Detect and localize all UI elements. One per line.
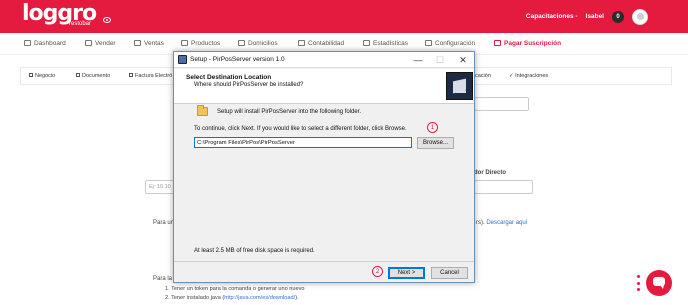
nav-domicilios[interactable]: Domicilios [238,40,278,47]
avatar[interactable] [632,8,648,25]
nav-configuracion[interactable]: Configuración [425,40,475,47]
dot [637,288,640,291]
para-un-text: Para un [153,220,175,226]
tab-label: Documento [82,73,111,79]
tab-documento[interactable]: Documento [76,73,110,79]
nav-label: Ventas [144,40,164,47]
bike-icon [238,40,245,46]
top-right-menu: Capacitaciones - Isabel 0 [526,0,688,33]
installer-logo [446,72,473,100]
nav-label: Domicilios [248,40,278,47]
lector-label: dor Directo [474,170,507,176]
box-icon [181,40,188,46]
install-intro-text: Setup will install PirPosServer into the… [217,109,362,115]
browse-button[interactable]: Browse... [417,137,454,149]
tab-impresion[interactable]: cación [475,73,491,79]
dot [637,281,640,285]
minimize-button[interactable]: — [410,54,426,66]
disk-space-text: At least 2.5 MB of free disk space is re… [194,248,315,254]
chart-icon [363,40,370,46]
card-icon [494,40,501,46]
descargar-link[interactable]: Descargar aqui [486,220,527,226]
dialog-titlebar[interactable]: Setup - PirPosServer version 1.0 — ☐ ✕ [174,52,474,68]
tab-factura-electronica[interactable]: Factura Electró [129,73,172,79]
download-text: rs). Descargar aqui [476,220,527,226]
top-bar: loggro restobar Capacitaciones - Isabel … [0,0,688,33]
nav-label: Configuración [435,40,476,47]
step2-suffix: ). [295,294,299,301]
cancel-button[interactable]: Cancel [431,267,468,279]
wizard-heading: Select Destination Location [186,74,272,81]
dialog-separator [174,261,474,262]
instructions-list: 1. Tener un token para la comanda o gene… [165,285,305,302]
logo-subtitle: restobar [69,21,92,27]
nav-label: Pagar Suscripción [504,40,562,47]
instruction-step-2: 2. Tener instalado java (http://java.com… [165,294,305,303]
invoice-icon [129,73,133,77]
tab-label: cación [475,73,491,79]
nav-label: Contabilidad [308,40,345,47]
folder-icon [197,105,208,116]
annotation-marker-2: 2 [372,266,383,277]
annotation-marker-1: 1 [427,122,438,133]
pagar-suscripcion-button[interactable]: Pagar Suscripción [494,40,561,47]
eye-icon[interactable] [103,17,111,23]
dashboard-icon [24,40,31,46]
dots-menu-icon[interactable] [637,275,640,291]
tab-label: Integraciones [515,73,549,79]
setup-dialog: Setup - PirPosServer version 1.0 — ☐ ✕ S… [173,51,475,283]
nav-dashboard[interactable]: Dashboard [24,40,66,47]
gear-icon [425,40,432,46]
tab-integraciones[interactable]: ✓ Integraciones [509,73,548,79]
nav-vender[interactable]: Vender [85,40,116,47]
document-icon [76,73,80,77]
building-icon [29,73,33,77]
installer-app-icon [178,55,187,64]
maximize-button: ☐ [435,55,445,65]
cart-icon [85,40,92,46]
instruction-text: To continue, click Next. If you would li… [194,126,407,132]
background-input[interactable]: Ej: 10.10 [145,180,175,194]
nav-label: Vender [95,40,116,47]
nav-label: Estadísticas [373,40,409,47]
nav-label: Productos [191,40,221,47]
bank-icon [298,40,305,46]
notification-badge[interactable]: 0 [612,10,624,23]
background-field[interactable] [474,97,529,111]
nav-ventas[interactable]: Ventas [134,40,164,47]
wizard-subheading: Where should PirPosServer be installed? [194,82,304,88]
lector-field[interactable] [474,180,533,194]
input-placeholder: Ej: 10.10 [149,184,171,190]
step2-prefix: 2. Tener instalado java ( [165,294,225,301]
dot [637,275,640,278]
nav-estadisticas[interactable]: Estadísticas [363,40,408,47]
nav-label: Dashboard [34,40,66,47]
nav-contabilidad[interactable]: Contabilidad [298,40,344,47]
chat-button[interactable] [646,270,672,296]
user-name[interactable]: Isabel [586,13,604,20]
java-download-link[interactable]: http://java.com/es/download/ [224,295,295,301]
tab-label: Factura Electró [135,73,173,79]
destination-path-input[interactable] [194,137,412,148]
wizard-header: Select Destination Location Where should… [174,69,474,104]
tag-icon [134,40,141,46]
capacitaciones-menu[interactable]: Capacitaciones - [526,13,578,20]
next-button[interactable]: Next > [388,267,425,279]
nav-productos[interactable]: Productos [181,40,220,47]
download-prefix: rs). [476,220,485,226]
para-la-text: Para la [153,276,173,282]
close-button[interactable]: ✕ [455,54,471,66]
tab-label: Negocio [35,73,56,79]
tab-negocio[interactable]: Negocio [29,73,55,79]
instruction-step-1: 1. Tener un token para la comanda o gene… [165,286,305,292]
dialog-title: Setup - PirPosServer version 1.0 [190,56,285,63]
